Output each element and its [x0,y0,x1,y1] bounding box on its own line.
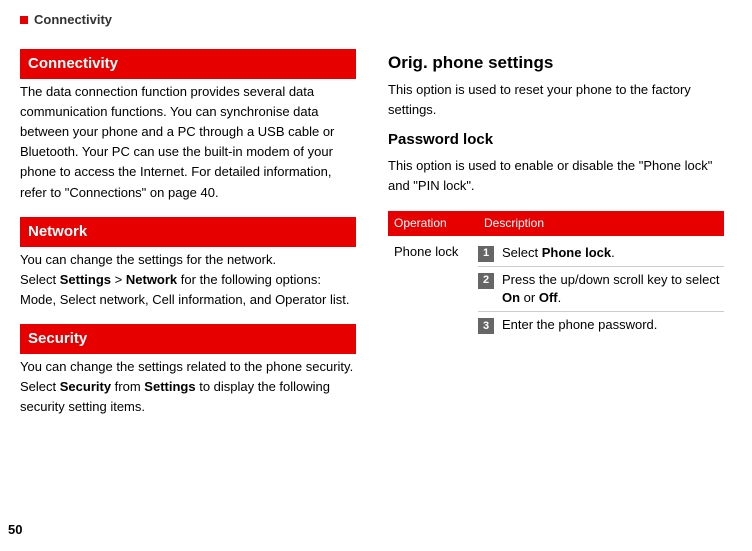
step-row: 1 Select Phone lock. [478,240,724,267]
page-number: 50 [8,520,22,541]
step-row: 2 Press the up/down scroll key to select… [478,267,724,312]
step-text: Select Phone lock. [502,244,615,262]
columns-container: Connectivity The data connection functio… [20,49,724,432]
step-row: 3 Enter the phone password. [478,312,724,338]
network-gt: > [111,272,126,287]
security-bold2: Settings [144,379,195,394]
network-text: You can change the settings for the netw… [20,250,356,310]
step-text: Enter the phone password. [502,316,657,334]
step-number-icon: 3 [478,318,494,334]
step-post: . [611,245,615,260]
table-description-cell: 1 Select Phone lock. 2 Press the up/down… [478,236,724,339]
header-title: Connectivity [34,10,112,31]
network-prefix: Select [20,272,60,287]
security-text: You can change the settings related to t… [20,357,356,417]
step-bold: On [502,290,520,305]
network-bold1: Settings [60,272,111,287]
security-intro: You can change the settings related to t… [20,359,353,374]
step-number-icon: 1 [478,246,494,262]
left-column: Connectivity The data connection functio… [20,49,356,432]
password-lock-heading: Password lock [388,128,724,152]
table-body: Phone lock 1 Select Phone lock. 2 Press … [388,236,724,339]
step-pre: Press the up/down scroll key to select [502,272,720,287]
step-mid: or [520,290,539,305]
section-title-network: Network [20,217,356,247]
step-text: Press the up/down scroll key to select O… [502,271,724,307]
network-intro: You can change the settings for the netw… [20,252,276,267]
connectivity-text: The data connection function provides se… [20,82,356,203]
step-pre: Select [502,245,542,260]
orig-phone-settings-text: This option is used to reset your phone … [388,80,724,120]
operation-table: Operation Description Phone lock 1 Selec… [388,211,724,339]
table-operation-cell: Phone lock [388,236,478,339]
network-bold2: Network [126,272,177,287]
right-column: Orig. phone settings This option is used… [388,49,724,432]
security-bold1: Security [60,379,111,394]
step-number-icon: 2 [478,273,494,289]
password-lock-text: This option is used to enable or disable… [388,156,724,196]
step-pre: Enter the phone password. [502,317,657,332]
header-marker: Connectivity [20,10,724,31]
table-header-row: Operation Description [388,211,724,236]
table-header-operation: Operation [388,211,478,236]
header-square-icon [20,16,28,24]
step-bold2: Off [539,290,558,305]
orig-phone-settings-heading: Orig. phone settings [388,49,724,76]
security-prefix: Select [20,379,60,394]
security-mid: from [111,379,144,394]
section-title-connectivity: Connectivity [20,49,356,79]
step-post: . [558,290,562,305]
section-title-security: Security [20,324,356,354]
table-header-description: Description [478,211,724,236]
step-bold: Phone lock [542,245,611,260]
